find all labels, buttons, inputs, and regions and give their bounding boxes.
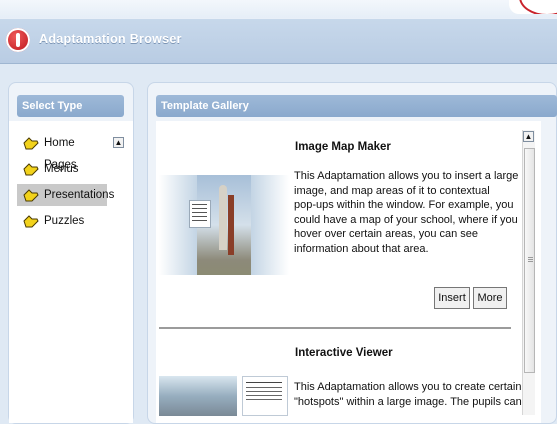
logo-arc-icon <box>519 0 557 14</box>
entry-title-interactive-viewer: Interactive Viewer <box>295 347 393 359</box>
interactive-viewer-thumbnail-panel <box>242 376 288 416</box>
gallery-scrollbar-thumb[interactable] <box>524 148 535 373</box>
type-list-scroll-up-button[interactable]: ▲ <box>113 137 124 148</box>
gallery-scrollbar[interactable]: ▲ <box>522 130 535 415</box>
desc-line: pop-ups within the window. For example, … <box>294 199 514 212</box>
folder-icon <box>23 215 39 228</box>
folder-icon <box>23 189 39 202</box>
desc-line: This Adaptamation allows you to create c… <box>294 381 522 393</box>
entry-title-image-map-maker: Image Map Maker <box>295 141 391 153</box>
desc-line: could have a map of your school, where i… <box>294 213 518 226</box>
scrollbar-grip-icon <box>528 257 533 258</box>
entry-divider <box>159 327 511 329</box>
desc-line: hover over certain areas, you can see <box>294 228 479 241</box>
desc-line: This Adaptamation allows you to insert a… <box>294 170 519 182</box>
entry-description-interactive-viewer: This Adaptamation allows you to create c… <box>294 380 522 409</box>
launch-tower-shape <box>228 195 234 255</box>
type-item-home-pages[interactable]: Home Pages <box>17 132 107 171</box>
folder-icon <box>23 137 39 150</box>
more-button[interactable]: More <box>473 287 507 309</box>
type-item-menus[interactable]: Menus <box>17 158 107 180</box>
type-item-label: Puzzles <box>44 215 85 227</box>
desc-line: "hotspots" within a large image. The pup… <box>294 395 522 408</box>
thumbnail-popup-note <box>189 200 211 228</box>
brand-logo-corner <box>509 0 557 14</box>
app-logo-icon <box>6 28 30 52</box>
insert-button[interactable]: Insert <box>434 287 470 309</box>
entry-description-image-map-maker: This Adaptamation allows you to insert a… <box>294 169 518 257</box>
image-map-maker-thumbnail[interactable] <box>159 175 289 275</box>
folder-icon <box>23 163 39 176</box>
select-type-header: Select Type <box>17 95 124 117</box>
desc-line: image, and map areas of it to contextual <box>294 184 490 197</box>
app-title: Adaptamation Browser <box>39 32 182 46</box>
interactive-viewer-thumbnail[interactable] <box>159 376 237 416</box>
shuttle-shape <box>219 185 227 250</box>
template-gallery-header: Template Gallery <box>156 95 557 117</box>
template-gallery-panel: Template Gallery Image Map Maker This Ad… <box>147 82 557 424</box>
top-strip <box>0 0 557 20</box>
gallery-scroll-up-button[interactable]: ▲ <box>523 131 534 142</box>
type-item-label: Menus <box>44 163 79 175</box>
desc-line: information about that area. <box>294 242 429 255</box>
title-bar: Adaptamation Browser <box>0 18 557 64</box>
type-item-puzzles[interactable]: Puzzles <box>17 210 107 232</box>
type-item-presentations[interactable]: Presentations <box>17 184 114 206</box>
type-item-label: Presentations <box>44 189 115 201</box>
select-type-list: Home Pages Menus Presentations Puzzles ▲ <box>9 121 133 423</box>
select-type-panel: Select Type Home Pages Menus Presentatio… <box>8 82 134 424</box>
template-gallery-list: Image Map Maker This Adaptamation allows… <box>156 121 541 423</box>
